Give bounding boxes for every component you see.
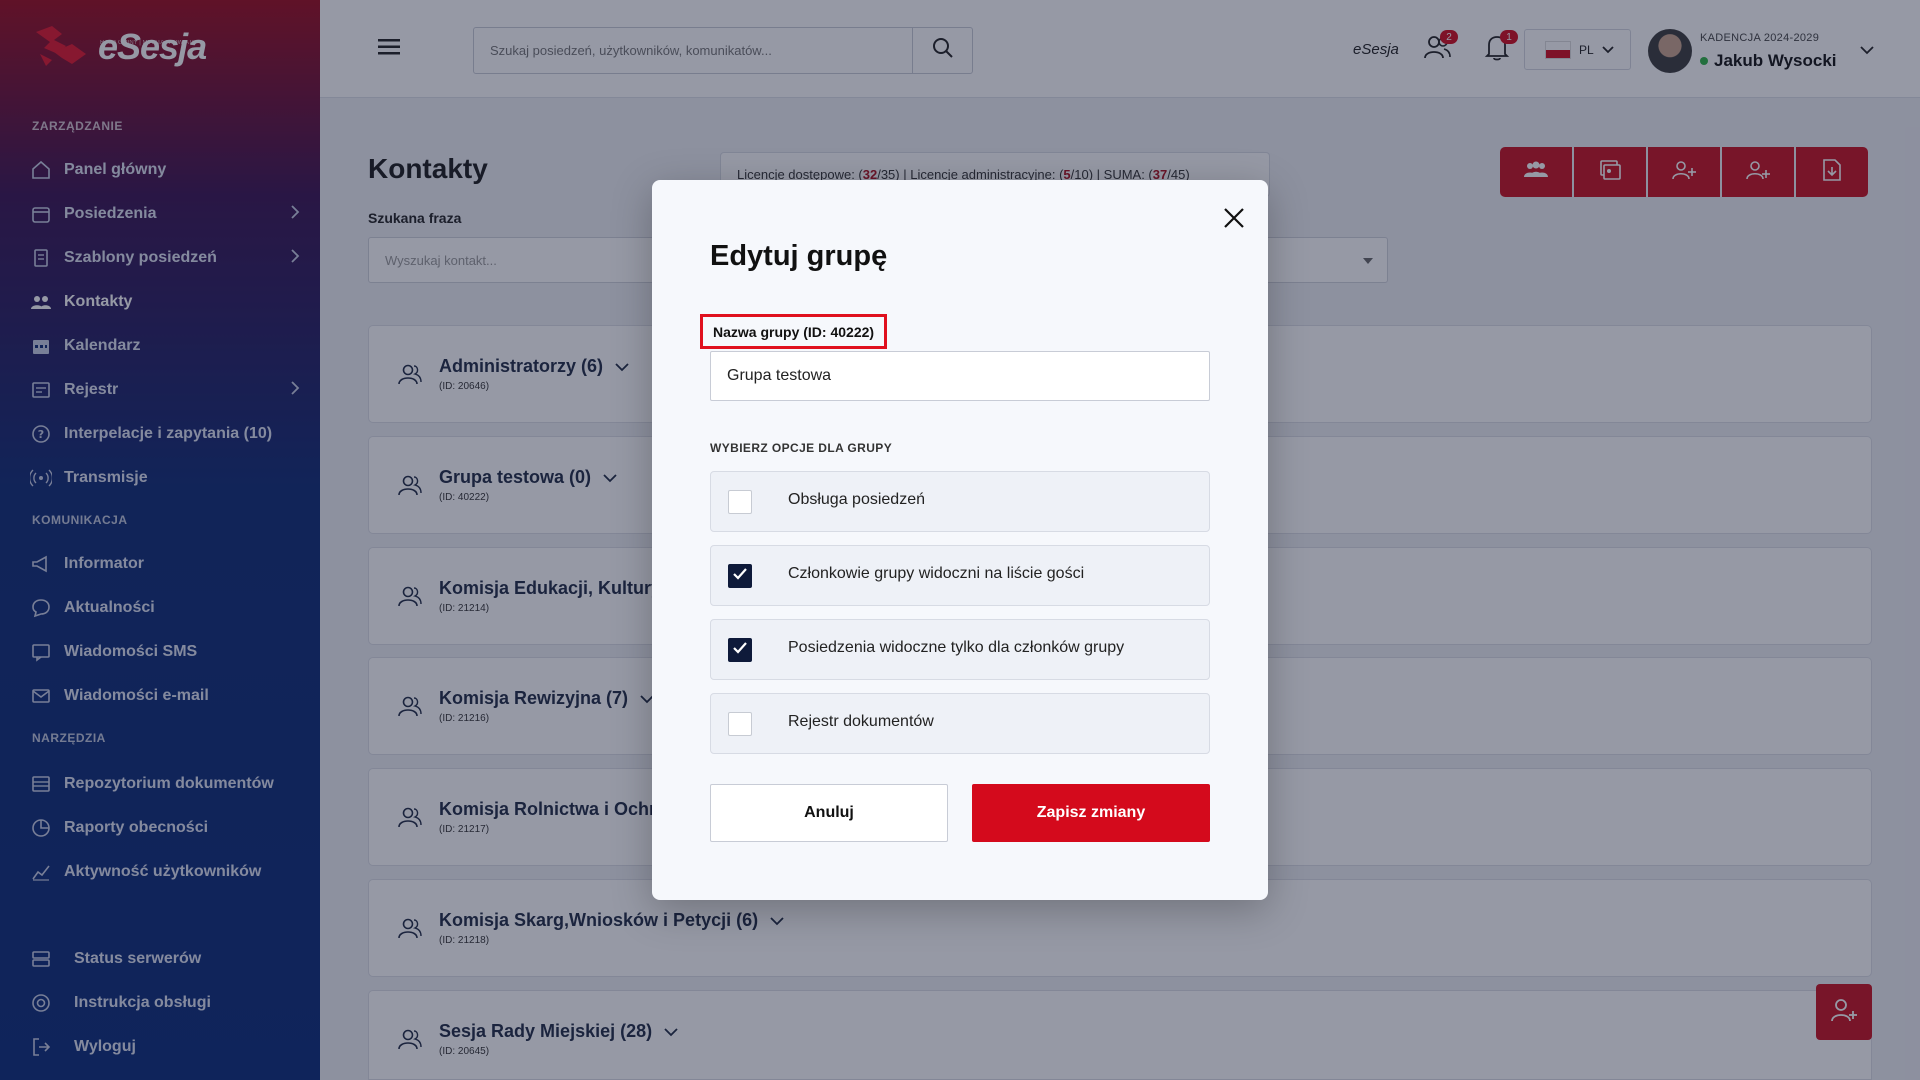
cancel-button[interactable]: Anuluj (710, 784, 948, 842)
option-obsluga-posiedzen[interactable]: Obsługa posiedzeń (710, 471, 1210, 532)
checkbox[interactable] (728, 490, 752, 514)
checkmark-icon (732, 641, 748, 660)
group-name-label: Nazwa grupy (ID: 40222) (700, 314, 888, 349)
close-button[interactable] (1220, 206, 1248, 234)
modal-title: Edytuj grupę (710, 240, 888, 272)
edit-group-modal: Edytuj grupę Nazwa grupy (ID: 40222) WYB… (652, 180, 1268, 900)
option-posiedzenia-widoczne[interactable]: Posiedzenia widoczne tylko dla członków … (710, 619, 1210, 680)
close-icon (1223, 207, 1245, 234)
options-heading: WYBIERZ OPCJE DLA GRUPY (710, 441, 893, 455)
checkbox[interactable] (728, 564, 752, 588)
checkbox[interactable] (728, 712, 752, 736)
save-button[interactable]: Zapisz zmiany (972, 784, 1210, 842)
option-label: Obsługa posiedzeń (788, 491, 925, 508)
option-label: Posiedzenia widoczne tylko dla członków … (788, 639, 1125, 656)
checkmark-icon (732, 567, 748, 586)
option-czlonkowie-widoczni[interactable]: Członkowie grupy widoczni na liście gośc… (710, 545, 1210, 606)
checkbox[interactable] (728, 638, 752, 662)
group-name-input[interactable] (710, 351, 1210, 401)
option-rejestr-dokumentow[interactable]: Rejestr dokumentów (710, 693, 1210, 754)
option-label: Członkowie grupy widoczni na liście gośc… (788, 565, 1085, 582)
option-label: Rejestr dokumentów (788, 713, 934, 730)
